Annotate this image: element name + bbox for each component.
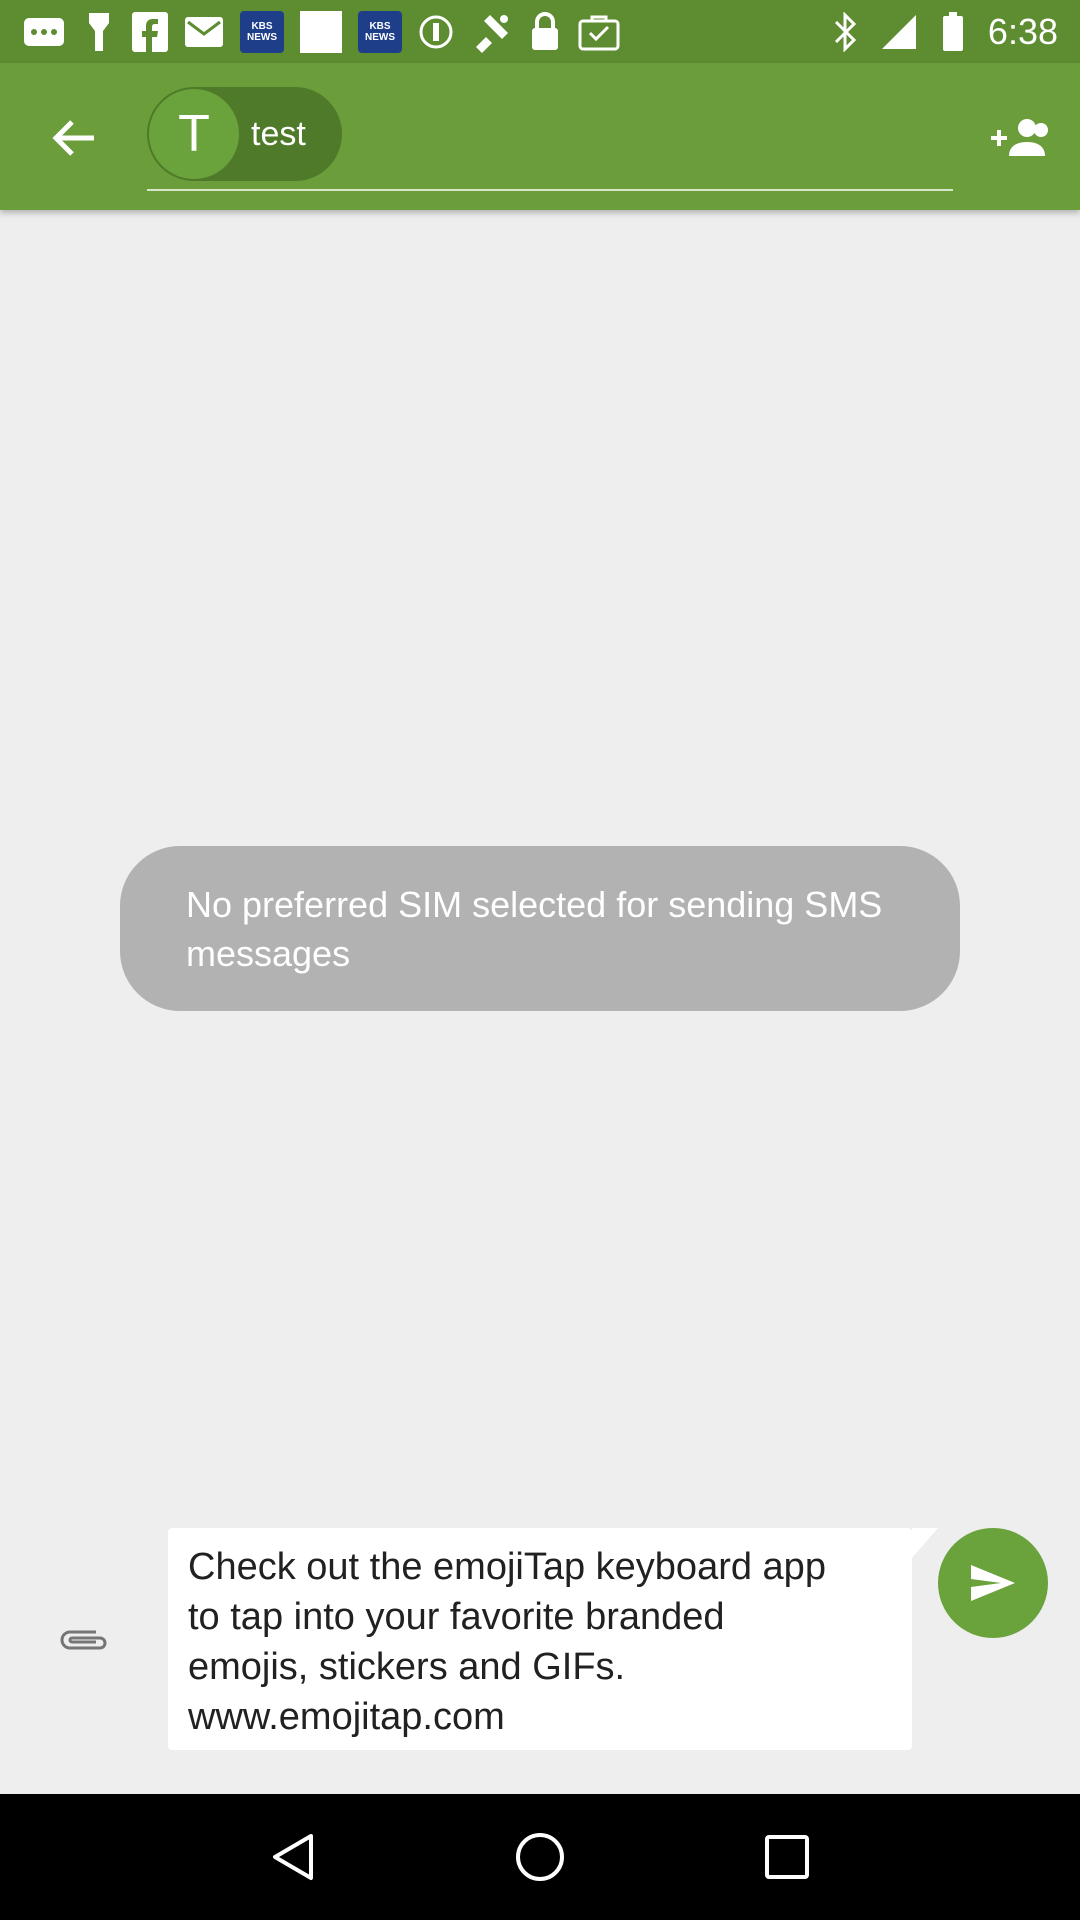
- attach-button[interactable]: [48, 1600, 120, 1680]
- paperclip-icon: [60, 1630, 107, 1650]
- signal-icon: [880, 12, 918, 52]
- message-input[interactable]: Check out the emojiTap keyboard app to t…: [168, 1528, 938, 1750]
- battery-icon: [936, 11, 970, 52]
- clock: 6:38: [987, 10, 1058, 52]
- person-add-icon: [991, 119, 1048, 156]
- sim-warning-message: No preferred SIM selected for sending SM…: [120, 846, 960, 1011]
- torch-icon: [82, 12, 116, 52]
- send-button[interactable]: [938, 1528, 1048, 1638]
- arrow-back-icon: [52, 120, 94, 156]
- message-text[interactable]: Check out the emojiTap keyboard app to t…: [188, 1542, 892, 1742]
- recipient-name: test: [251, 114, 306, 153]
- nav-recents-button[interactable]: [742, 1812, 832, 1902]
- lock-icon: [528, 11, 562, 52]
- home-circle-icon: [515, 1833, 564, 1881]
- back-triangle-icon: [273, 1834, 314, 1880]
- blank-notification-icon: [300, 10, 342, 53]
- fake-gps-icon: [470, 12, 512, 53]
- nav-home-button[interactable]: [495, 1812, 585, 1902]
- facebook-icon: [132, 11, 168, 52]
- recipient-field[interactable]: T test: [147, 83, 953, 191]
- app-bar: T test: [0, 63, 1080, 210]
- recipient-chip[interactable]: T test: [147, 87, 342, 181]
- more-dots-icon: [22, 12, 66, 52]
- back-button[interactable]: [38, 103, 108, 173]
- sim-warning-text: No preferred SIM selected for sending SM…: [186, 884, 883, 974]
- bluetooth-icon: [828, 11, 862, 52]
- circle-info-icon: [418, 12, 454, 52]
- notification-icons: KBS NEWS KBS NEWS: [22, 10, 620, 53]
- kbs-news-icon: KBS NEWS: [240, 10, 284, 53]
- mail-icon: [184, 12, 224, 52]
- send-icon: [971, 1565, 1015, 1601]
- add-contact-button[interactable]: [984, 103, 1054, 173]
- system-icons: 6:38: [828, 11, 1058, 53]
- kbs-news-icon: KBS NEWS: [358, 10, 402, 53]
- status-bar: KBS NEWS KBS NEWS 6:38: [0, 0, 1080, 63]
- nav-back-button[interactable]: [248, 1812, 338, 1902]
- avatar: T: [149, 89, 239, 179]
- navigation-bar: [0, 1794, 1080, 1920]
- task-icon: [578, 12, 620, 52]
- recents-square-icon: [764, 1835, 809, 1879]
